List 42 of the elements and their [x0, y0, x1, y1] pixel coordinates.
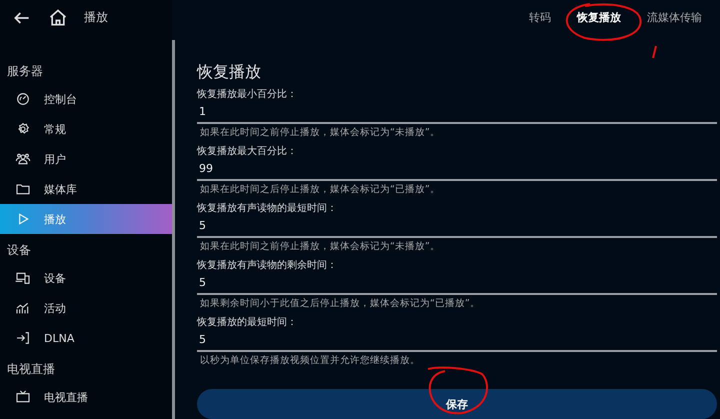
tab[interactable]: 流媒体传输 [647, 10, 702, 24]
sidebar-item[interactable]: 设备 [0, 263, 172, 293]
input-field[interactable]: 99 [197, 159, 717, 181]
dashboard-icon [15, 91, 31, 107]
sidebar-heading: 电视直播 [6, 361, 56, 378]
sidebar-item[interactable]: 电视直播 [0, 382, 172, 412]
page-title: 播放 [84, 9, 108, 26]
field-label: 恢复播放的最短时间： [197, 316, 298, 330]
input-field[interactable]: 1 [197, 102, 717, 124]
field-hint: 如果剩余时间小于此值之后停止播放，媒体会标记为“已播放”。 [199, 297, 481, 311]
tv-icon [15, 389, 31, 405]
sidebar-item[interactable]: 常规 [0, 114, 172, 144]
field-hint: 以秒为单位保存播放视频位置并允许您继续播放。 [199, 354, 421, 368]
field-hint: 如果在此时间之前停止播放，媒体会标记为“未播放”。 [199, 126, 441, 140]
sidebar-item[interactable]: 活动 [0, 293, 172, 323]
annotation-mark [652, 46, 657, 58]
sidebar-item[interactable]: 媒体库 [0, 174, 172, 204]
field-label: 恢复播放最大百分比： [197, 145, 298, 159]
sidebar-item[interactable]: 播放 [0, 204, 172, 234]
input-field[interactable]: 5 [197, 330, 717, 352]
tab[interactable]: 转码 [529, 10, 551, 24]
field-label: 恢复播放有声读物的最短时间： [197, 202, 338, 216]
field-label: 恢复播放有声读物的剩余时间： [197, 259, 338, 273]
field-label: 恢复播放最小百分比： [197, 88, 298, 102]
tab[interactable]: 恢复播放 [577, 10, 621, 24]
sidebar-item[interactable]: 用户 [0, 144, 172, 174]
sidebar-item[interactable]: 控制台 [0, 84, 172, 114]
sidebar-heading: 服务器 [6, 63, 44, 80]
home-icon[interactable] [48, 8, 68, 28]
scrollbar[interactable] [172, 40, 175, 419]
users-icon [15, 151, 31, 167]
enter-icon [15, 330, 31, 346]
activity-icon [15, 300, 31, 316]
input-field[interactable]: 5 [197, 273, 717, 295]
field-hint: 如果在此时间之后停止播放，媒体会标记为“已播放”。 [199, 183, 441, 197]
sidebar-item[interactable]: DLNA [0, 323, 172, 353]
input-field[interactable]: 5 [197, 216, 717, 238]
section-title: 恢复播放 [197, 62, 262, 83]
sidebar-heading: 设备 [6, 242, 32, 259]
field-hint: 如果在此时间之前停止播放，媒体会标记为“未播放”。 [199, 240, 441, 254]
devices-icon [15, 270, 31, 286]
save-button[interactable]: 保存 [197, 389, 717, 419]
